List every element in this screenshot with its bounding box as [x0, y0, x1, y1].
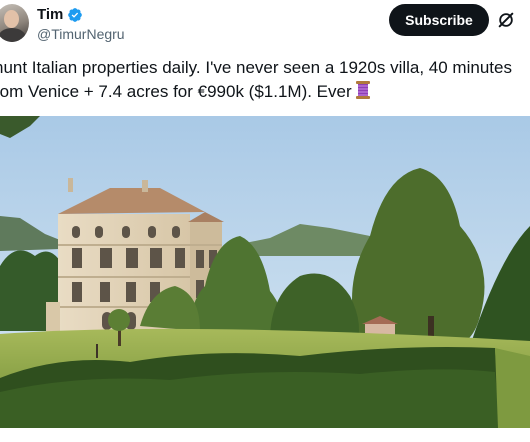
villa-photo[interactable]: [0, 116, 530, 428]
avatar-body: [0, 28, 26, 42]
tweet-bottom-spacer: [0, 428, 530, 442]
author-handle[interactable]: @TimurNegru: [37, 26, 125, 42]
tweet-text: hunt Italian properties daily. I've neve…: [0, 56, 530, 104]
villa-photo-illustration: [0, 116, 530, 428]
tweet-line-1: hunt Italian properties daily. I've neve…: [0, 58, 512, 77]
tweet-line-2-text: rom Venice + 7.4 acres for €990k ($1.1M)…: [0, 82, 352, 101]
avatar[interactable]: [0, 4, 29, 42]
tweet-card: Tim @TimurNegru Subscribe hunt Italian p…: [0, 0, 530, 442]
subscribe-button[interactable]: Subscribe: [389, 4, 489, 36]
avatar-face: [4, 10, 19, 28]
grok-slash-icon[interactable]: [497, 11, 515, 29]
author-row: Tim: [37, 6, 83, 23]
verified-badge-icon: [68, 7, 83, 22]
thread-spool-icon: [355, 81, 370, 99]
tweet-line-2: rom Venice + 7.4 acres for €990k ($1.1M)…: [0, 80, 530, 104]
author-name[interactable]: Tim: [37, 6, 63, 23]
